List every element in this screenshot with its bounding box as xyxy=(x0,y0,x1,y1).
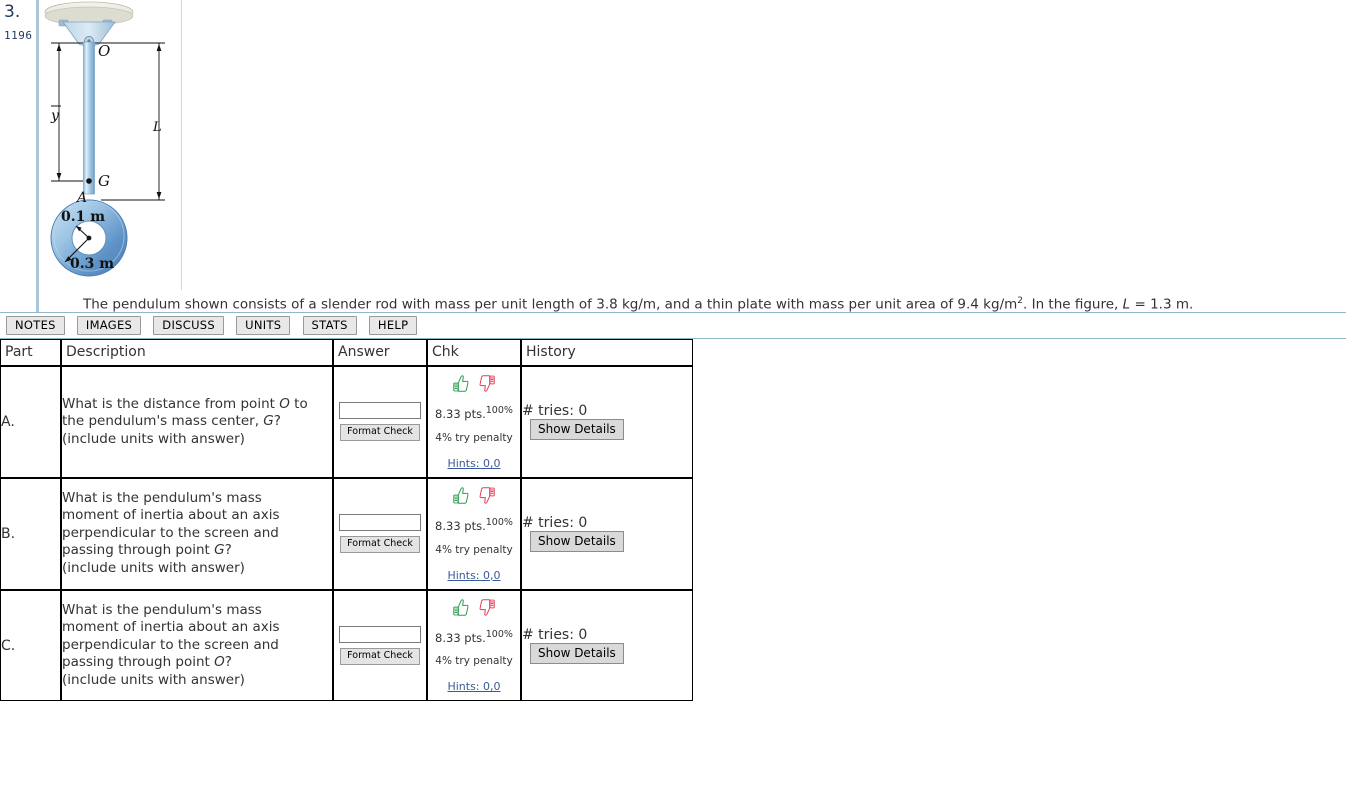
svg-text:A: A xyxy=(75,190,87,206)
svg-text:O: O xyxy=(98,42,110,60)
points-value: 8.33 pts. xyxy=(435,406,486,421)
part-description: What is the distance from point O to the … xyxy=(61,366,333,478)
svg-text:y: y xyxy=(50,108,60,124)
show-details-button[interactable]: Show Details xyxy=(530,643,624,665)
thumbs-down-icon[interactable] xyxy=(479,598,496,617)
percent-value: 100% xyxy=(485,405,513,416)
points-line: 8.33 pts.100% xyxy=(430,629,518,645)
tries-count: # tries: 0 xyxy=(522,515,588,532)
show-details-button[interactable]: Show Details xyxy=(530,419,624,441)
stats-button[interactable]: STATS xyxy=(302,316,357,335)
part-label: C. xyxy=(0,589,61,702)
problem-id: 1196 xyxy=(4,29,33,42)
problem-toolbar: NOTES IMAGES DISCUSS UNITS STATS HELP xyxy=(0,313,1346,339)
thumbs-group xyxy=(430,483,518,509)
problem-body: 0.1 m 0.3 m y L O G A The pendulum shown… xyxy=(38,0,1346,313)
thumbs-up-icon[interactable] xyxy=(452,374,469,393)
problem-statement: The pendulum shown consists of a slender… xyxy=(83,296,1193,313)
table-header-row: Part Description Answer Chk History xyxy=(0,339,693,366)
images-button[interactable]: IMAGES xyxy=(76,316,142,335)
penalty-line: 4% try penalty xyxy=(435,543,513,556)
answer-input[interactable] xyxy=(339,626,421,644)
chk-cell: 8.33 pts.100% 4% try penalty Hints: 0,0 xyxy=(427,366,521,478)
thumbs-up-icon[interactable] xyxy=(452,486,469,505)
discuss-button[interactable]: DISCUSS xyxy=(153,316,224,335)
chk-cell: 8.33 pts.100% 4% try penalty Hints: 0,0 xyxy=(427,589,521,702)
part-description: What is the pendulum's mass moment of ine… xyxy=(61,477,333,590)
points-line: 8.33 pts.100% xyxy=(430,517,518,533)
answer-cell: Format Check xyxy=(333,589,427,702)
format-check-button[interactable]: Format Check xyxy=(340,536,420,554)
history-cell: # tries: 0 Show Details xyxy=(521,366,693,478)
problem-number: 3. xyxy=(4,2,21,22)
points-value: 8.33 pts. xyxy=(435,518,486,533)
part-label: A. xyxy=(0,366,61,478)
notes-button[interactable]: NOTES xyxy=(6,316,65,335)
thumbs-group xyxy=(430,595,518,621)
problem-number-column: 3. 1196 xyxy=(0,0,38,312)
answer-cell: Format Check xyxy=(333,477,427,590)
answer-input[interactable] xyxy=(339,514,421,532)
percent-value: 100% xyxy=(485,628,513,640)
header-history: History xyxy=(521,339,693,366)
thumbs-up-icon[interactable] xyxy=(452,598,469,617)
units-button[interactable]: UNITS xyxy=(236,316,291,335)
chk-cell: 8.33 pts.100% 4% try penalty Hints: 0,0 xyxy=(427,477,521,590)
part-description: What is the pendulum's mass moment of ine… xyxy=(61,589,333,702)
history-cell: # tries: 0 Show Details xyxy=(521,589,693,702)
tries-count: # tries: 0 xyxy=(522,403,588,420)
statement-mid: . In the figure, xyxy=(1023,296,1123,313)
thumbs-down-icon[interactable] xyxy=(479,374,496,393)
svg-text:L: L xyxy=(152,120,162,135)
svg-text:G: G xyxy=(98,172,110,190)
header-description: Description xyxy=(61,339,333,366)
history-cell: # tries: 0 Show Details xyxy=(521,477,693,590)
hints-link[interactable]: Hints: 0,0 xyxy=(447,569,500,582)
header-answer: Answer xyxy=(333,339,427,366)
pendulum-figure: 0.1 m 0.3 m y L O G A xyxy=(41,0,182,290)
header-part: Part xyxy=(0,339,61,366)
penalty-line: 4% try penalty xyxy=(435,655,513,668)
thumbs-down-icon[interactable] xyxy=(479,486,496,505)
hints-link[interactable]: Hints: 0,0 xyxy=(447,680,500,693)
percent-value: 100% xyxy=(485,516,513,528)
points-line: 8.33 pts.100% xyxy=(430,405,518,421)
points-value: 8.33 pts. xyxy=(435,630,486,645)
problem-area: 3. 1196 0.1 m 0.3 m y L O G A The pendul… xyxy=(0,0,1346,313)
table-row-c: C. What is the pendulum's mass moment of … xyxy=(0,589,693,702)
thumbs-group xyxy=(430,371,518,397)
format-check-button[interactable]: Format Check xyxy=(340,424,420,442)
table-row-a: A. What is the distance from point O to t… xyxy=(0,366,693,478)
answer-cell: Format Check xyxy=(333,366,427,478)
part-label: B. xyxy=(0,477,61,590)
statement-main: The pendulum shown consists of a slender… xyxy=(83,296,1018,313)
parts-table: Part Description Answer Chk History A. W… xyxy=(0,339,693,702)
header-chk: Chk xyxy=(427,339,521,366)
show-details-button[interactable]: Show Details xyxy=(530,531,624,553)
svg-text:0.3 m: 0.3 m xyxy=(70,256,114,272)
svg-text:0.1 m: 0.1 m xyxy=(61,209,105,225)
answer-input[interactable] xyxy=(339,402,421,420)
tries-count: # tries: 0 xyxy=(522,627,588,644)
format-check-button[interactable]: Format Check xyxy=(340,648,420,666)
statement-tail: = 1.3 m. xyxy=(1130,296,1194,313)
penalty-line: 4% try penalty xyxy=(435,431,513,444)
table-row-b: B. What is the pendulum's mass moment of … xyxy=(0,477,693,590)
hints-link[interactable]: Hints: 0,0 xyxy=(447,457,500,470)
help-button[interactable]: HELP xyxy=(368,316,418,335)
